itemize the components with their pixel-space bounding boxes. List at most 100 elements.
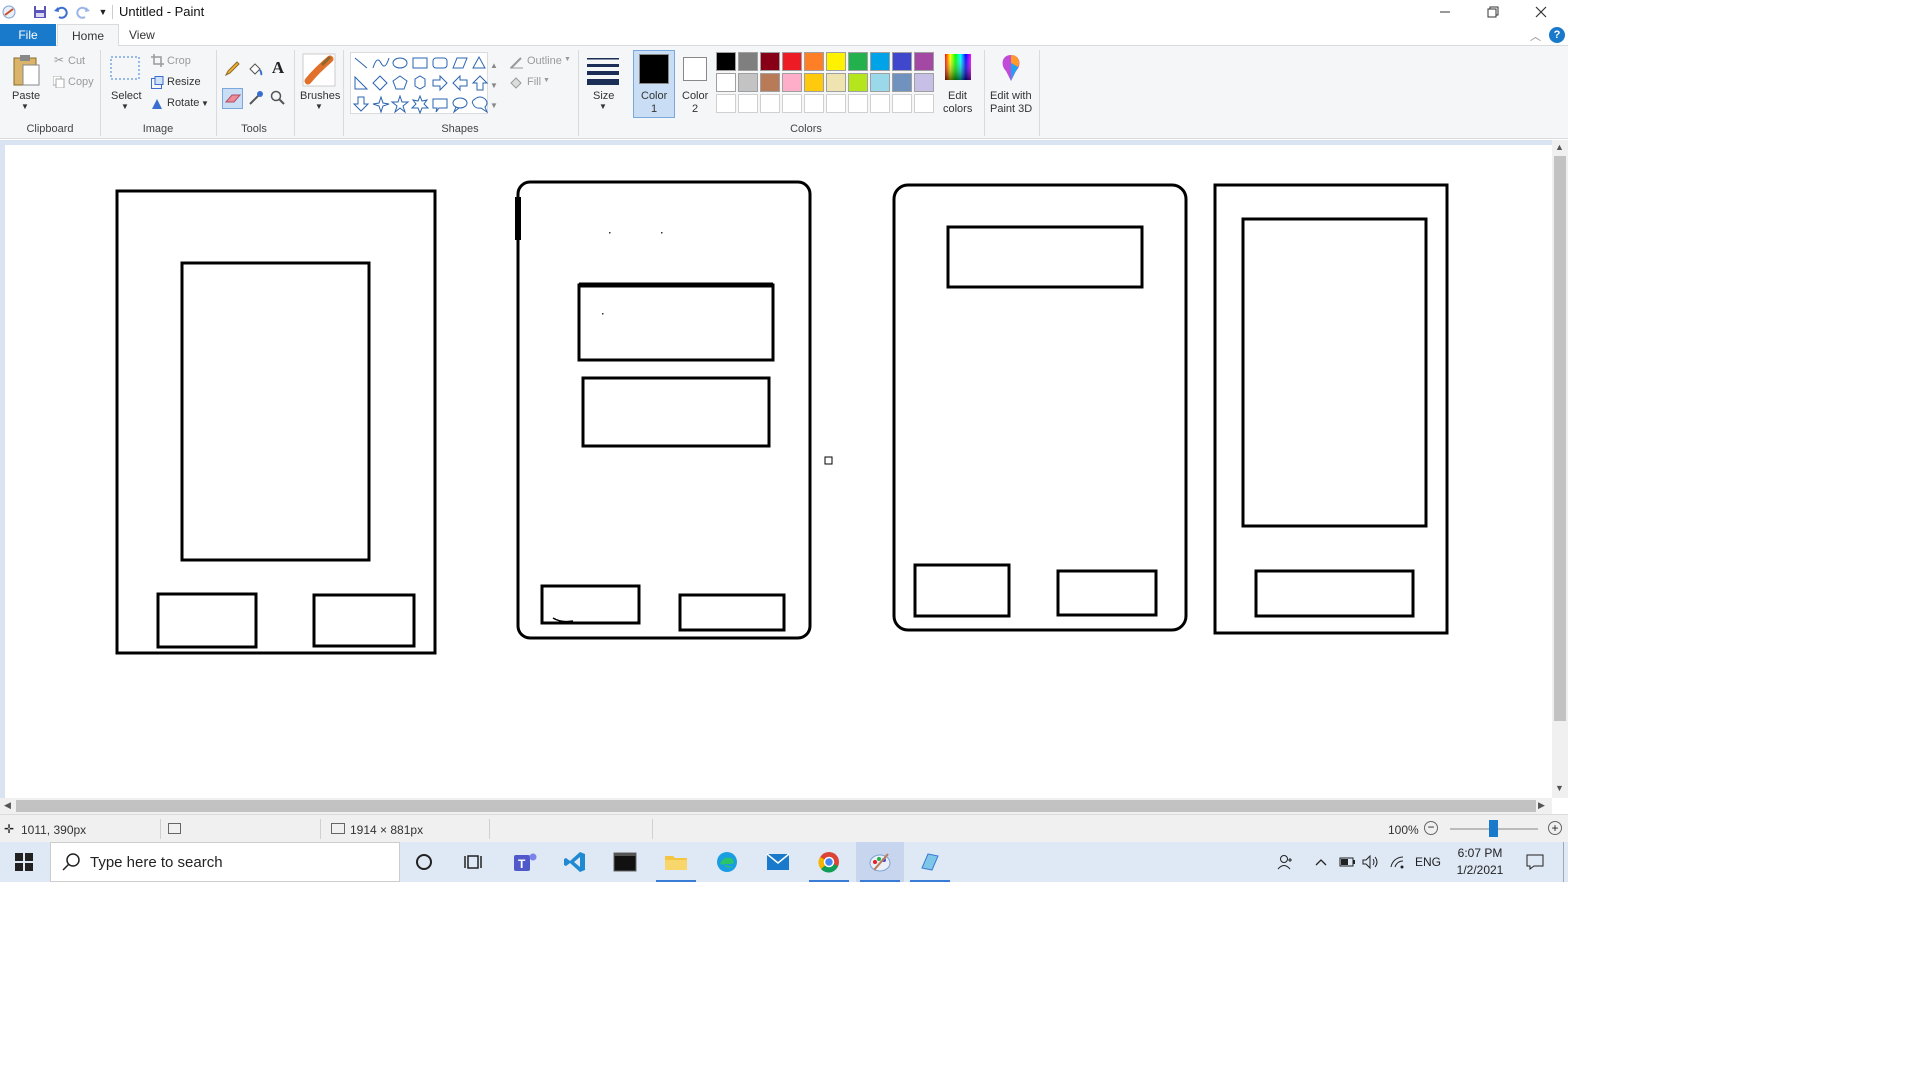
edit-colors-label-2[interactable]: colors xyxy=(943,103,972,115)
vertical-scrollbar[interactable]: ▲ ▼ xyxy=(1552,140,1568,798)
battery-icon[interactable] xyxy=(1337,842,1357,882)
wifi-icon[interactable] xyxy=(1388,842,1408,882)
palette-swatch[interactable] xyxy=(826,52,846,71)
show-desktop-button[interactable] xyxy=(1563,842,1564,882)
maximize-button[interactable] xyxy=(1470,0,1516,24)
palette-swatch[interactable] xyxy=(870,52,890,71)
tab-file[interactable]: File xyxy=(0,24,56,46)
language-indicator[interactable]: ENG xyxy=(1413,842,1443,882)
tab-view[interactable]: View xyxy=(115,24,169,46)
pencil-icon[interactable] xyxy=(223,60,241,78)
clock[interactable]: 6:07 PM 1/2/2021 xyxy=(1451,842,1509,882)
paste-icon[interactable] xyxy=(10,52,42,88)
rotate-icon[interactable] xyxy=(150,96,164,110)
drawing-canvas[interactable] xyxy=(5,145,1552,798)
palette-swatch[interactable] xyxy=(892,52,912,71)
paint3d-label-2[interactable]: Paint 3D xyxy=(990,103,1032,115)
edge-icon[interactable] xyxy=(703,842,751,882)
tab-home[interactable]: Home xyxy=(57,24,120,47)
palette-swatch[interactable] xyxy=(826,73,846,92)
custom-color-slot[interactable] xyxy=(760,94,780,113)
color2-label[interactable]: Color xyxy=(682,90,708,102)
undo-icon[interactable] xyxy=(53,4,69,20)
scroll-down-icon[interactable]: ▼ xyxy=(1555,783,1564,793)
resize-icon[interactable] xyxy=(150,75,164,89)
show-hidden-icons[interactable] xyxy=(1313,842,1329,882)
palette-swatch[interactable] xyxy=(760,73,780,92)
size-icon[interactable] xyxy=(586,54,620,88)
palette-swatch[interactable] xyxy=(760,52,780,71)
custom-color-slot[interactable] xyxy=(870,94,890,113)
brushes-dropdown-icon[interactable]: ▼ xyxy=(315,102,323,111)
palette-swatch[interactable] xyxy=(738,73,758,92)
brushes-icon[interactable] xyxy=(301,52,337,88)
paste-dropdown-icon[interactable]: ▼ xyxy=(21,102,29,111)
horizontal-scroll-thumb[interactable] xyxy=(16,800,1536,812)
palette-swatch[interactable] xyxy=(892,73,912,92)
paint3d-label-1[interactable]: Edit with xyxy=(990,90,1032,102)
scroll-right-icon[interactable]: ▶ xyxy=(1538,800,1545,811)
resize-label[interactable]: Resize xyxy=(167,76,201,88)
vertical-scroll-thumb[interactable] xyxy=(1554,156,1566,721)
paste-label[interactable]: Paste xyxy=(12,90,40,102)
fill-icon[interactable] xyxy=(246,60,264,78)
file-explorer-icon[interactable] xyxy=(652,842,700,882)
close-button[interactable] xyxy=(1518,0,1564,24)
palette-swatch[interactable] xyxy=(804,52,824,71)
snip-tool-icon[interactable] xyxy=(906,842,954,882)
custom-color-slot[interactable] xyxy=(892,94,912,113)
collapse-ribbon-icon[interactable]: ︿ xyxy=(1530,28,1541,44)
zoom-out-icon[interactable]: − xyxy=(1424,821,1438,835)
vscode-icon[interactable] xyxy=(551,842,599,882)
shapes-scroll-icon[interactable]: ▲ ▼ ▼ xyxy=(490,56,498,116)
taskbar-search[interactable]: Type here to search xyxy=(50,842,400,882)
chrome-icon[interactable] xyxy=(805,842,853,882)
mail-icon[interactable] xyxy=(754,842,802,882)
redo-icon[interactable] xyxy=(75,4,91,20)
horizontal-scrollbar[interactable]: ◀ ▶ xyxy=(0,798,1552,814)
text-icon[interactable]: A xyxy=(268,58,288,78)
color2-swatch[interactable] xyxy=(683,57,707,81)
brushes-label[interactable]: Brushes xyxy=(300,90,340,102)
select-icon[interactable] xyxy=(110,55,140,81)
size-dropdown-icon[interactable]: ▼ xyxy=(599,102,607,111)
palette-swatch[interactable] xyxy=(716,52,736,71)
custom-color-slot[interactable] xyxy=(914,94,934,113)
palette-swatch[interactable] xyxy=(738,52,758,71)
rotate-dropdown-icon[interactable]: ▼ xyxy=(201,99,209,108)
rotate-label[interactable]: Rotate xyxy=(167,97,199,109)
magnifier-icon[interactable] xyxy=(269,89,287,107)
palette-swatch[interactable] xyxy=(870,73,890,92)
select-dropdown-icon[interactable]: ▼ xyxy=(121,102,129,111)
terminal-icon[interactable] xyxy=(601,842,649,882)
shapes-gallery[interactable] xyxy=(350,52,489,115)
eraser-icon[interactable] xyxy=(222,88,243,109)
save-icon[interactable] xyxy=(32,4,48,20)
palette-swatch[interactable] xyxy=(782,52,802,71)
help-icon[interactable]: ? xyxy=(1549,27,1565,43)
color2-number[interactable]: 2 xyxy=(692,103,698,115)
teams-icon[interactable]: T xyxy=(501,842,549,882)
start-button[interactable] xyxy=(0,842,48,882)
custom-color-slot[interactable] xyxy=(804,94,824,113)
zoom-in-icon[interactable]: + xyxy=(1548,821,1562,835)
people-icon[interactable] xyxy=(1276,842,1296,882)
volume-icon[interactable] xyxy=(1361,842,1381,882)
scroll-up-icon[interactable]: ▲ xyxy=(1555,142,1564,152)
paint-taskbar-icon[interactable] xyxy=(856,842,904,882)
paint3d-icon[interactable] xyxy=(996,52,1026,84)
palette-swatch[interactable] xyxy=(848,52,868,71)
zoom-slider-thumb[interactable] xyxy=(1489,820,1498,837)
scroll-left-icon[interactable]: ◀ xyxy=(4,800,11,811)
select-label[interactable]: Select xyxy=(111,90,142,102)
palette-swatch[interactable] xyxy=(848,73,868,92)
custom-color-slot[interactable] xyxy=(782,94,802,113)
custom-color-slot[interactable] xyxy=(826,94,846,113)
palette-swatch[interactable] xyxy=(914,73,934,92)
color-picker-icon[interactable] xyxy=(247,89,265,107)
palette-swatch[interactable] xyxy=(782,73,802,92)
custom-color-slot[interactable] xyxy=(716,94,736,113)
minimize-button[interactable] xyxy=(1422,0,1468,24)
edit-colors-icon[interactable] xyxy=(943,52,973,82)
custom-color-slot[interactable] xyxy=(738,94,758,113)
